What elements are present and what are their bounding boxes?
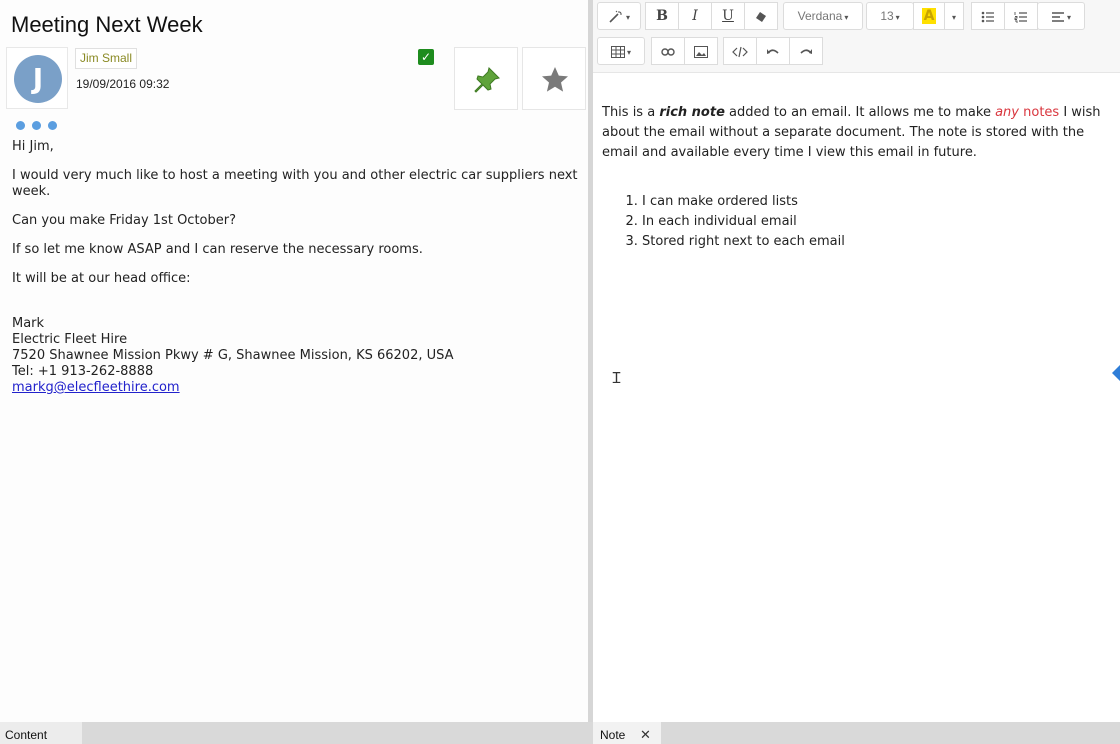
signature-company: Electric Fleet Hire [12, 332, 128, 347]
pin-button[interactable] [454, 47, 518, 110]
email-pane: Meeting Next Week J Jim Small 19/09/2016… [0, 0, 588, 722]
note-pane: ▾ B I U Verdana ▾ 13 ▾ A ▾ ▾ ▾ This is a… [593, 0, 1120, 722]
email-greeting: Hi Jim, [12, 139, 54, 154]
code-view-button[interactable] [723, 37, 757, 65]
pane-expand-icon[interactable] [1112, 365, 1120, 381]
email-subject: Meeting Next Week [11, 12, 203, 37]
highlight-icon: A [921, 8, 937, 24]
redo-button[interactable] [789, 37, 823, 65]
signature-phone: Tel: +1 913-262-8888 [12, 364, 154, 379]
redo-icon [800, 48, 812, 54]
star-button[interactable] [522, 47, 586, 110]
avatar: J [14, 55, 62, 103]
star-icon [542, 67, 568, 92]
note-ordered-list: I can make ordered lists In each individ… [602, 192, 1102, 252]
close-icon[interactable]: ✕ [640, 722, 651, 744]
magic-wand-icon [609, 10, 622, 23]
tab-content[interactable]: Content [0, 722, 82, 744]
email-paragraph: I would very much like to host a meeting… [12, 168, 578, 199]
editor-toolbar: ▾ B I U Verdana ▾ 13 ▾ A ▾ ▾ ▾ [593, 0, 1120, 73]
more-options-icon[interactable] [16, 115, 64, 134]
list-item: Stored right next to each email [642, 232, 1102, 252]
list-item: In each individual email [642, 212, 1102, 232]
email-paragraph: If so let me know ASAP and I can reserve… [12, 242, 423, 257]
checkmark-icon[interactable]: ✓ [418, 49, 434, 65]
link-icon [661, 48, 675, 56]
highlight-color-button[interactable]: A [913, 2, 945, 30]
tab-note[interactable]: Note ✕ [593, 722, 661, 744]
numbered-list-button[interactable] [1004, 2, 1038, 30]
eraser-icon [756, 11, 766, 22]
pin-icon [474, 67, 500, 93]
email-paragraph: It will be at our head office: [12, 271, 191, 286]
bullet-list-button[interactable] [971, 2, 1005, 30]
font-size-value: 13 [880, 9, 894, 23]
insert-link-button[interactable] [651, 37, 685, 65]
note-editor[interactable]: This is a rich note added to an email. I… [602, 103, 1102, 252]
bullet-list-icon [981, 11, 994, 23]
note-bold-text: rich note [659, 105, 725, 120]
table-icon [610, 45, 625, 58]
code-icon [732, 46, 748, 57]
font-family-value: Verdana [797, 9, 843, 23]
undo-icon [767, 48, 779, 54]
underline-button[interactable]: U [711, 2, 745, 30]
bold-button[interactable]: B [645, 2, 679, 30]
note-text: added to an email. It allows me to make [724, 105, 996, 120]
image-icon [694, 45, 708, 58]
paragraph-align-select[interactable]: ▾ [1037, 2, 1085, 30]
table-insert-select[interactable]: ▾ [597, 37, 645, 65]
note-red-italic-text: any [995, 105, 1019, 120]
signature-email-link[interactable]: markg@elecfleethire.com [12, 380, 180, 395]
align-left-icon [1051, 12, 1064, 22]
text-cursor-icon: Ｉ [609, 369, 625, 387]
email-paragraph: Can you make Friday 1st October? [12, 213, 236, 228]
magic-format-button[interactable]: ▾ [597, 2, 641, 30]
insert-image-button[interactable] [684, 37, 718, 65]
note-paragraph: This is a rich note added to an email. I… [602, 103, 1102, 163]
email-signature: Mark Electric Fleet Hire 7520 Shawnee Mi… [12, 316, 582, 396]
signature-address: 7520 Shawnee Mission Pkwy # G, Shawnee M… [12, 348, 454, 363]
list-item: I can make ordered lists [642, 192, 1102, 212]
sender-name-badge[interactable]: Jim Small [75, 48, 138, 69]
email-date: 19/09/2016 09:32 [76, 77, 170, 91]
tab-note-label: Note [600, 728, 626, 742]
italic-button[interactable]: I [678, 2, 712, 30]
eraser-button[interactable] [744, 2, 778, 30]
highlight-color-dropdown[interactable]: ▾ [944, 2, 964, 30]
numbered-list-icon [1014, 11, 1027, 23]
signature-name: Mark [12, 316, 45, 331]
note-text: This is a [602, 105, 660, 120]
bottom-tab-bar: Content Note ✕ [0, 722, 1120, 744]
font-family-select[interactable]: Verdana ▾ [783, 2, 863, 30]
font-size-select[interactable]: 13 ▾ [866, 2, 914, 30]
email-body: Hi Jim, I would very much like to host a… [12, 139, 582, 396]
undo-button[interactable] [756, 37, 790, 65]
sender-avatar-frame[interactable]: J [6, 47, 68, 109]
note-red-text: notes [1023, 105, 1060, 120]
